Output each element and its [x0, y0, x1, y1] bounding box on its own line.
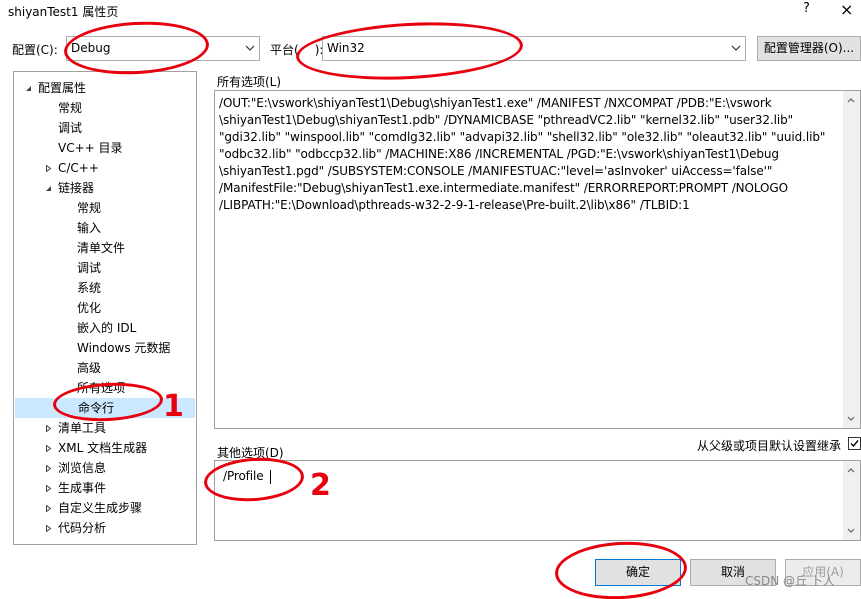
- all-options-textarea[interactable]: /OUT:"E:\vswork\shiyanTest1\Debug\shiyan…: [214, 90, 861, 429]
- tree-item[interactable]: 系统: [14, 278, 196, 298]
- tree-collapsed-icon[interactable]: [45, 505, 52, 512]
- scroll-up-icon[interactable]: [847, 97, 855, 103]
- tree-item[interactable]: VC++ 目录: [14, 138, 196, 158]
- tree-item[interactable]: 生成事件: [14, 478, 196, 498]
- tree-collapsed-icon[interactable]: [45, 485, 52, 492]
- annotation-ring-config: [62, 18, 211, 78]
- tree-item-label: 调试: [58, 121, 83, 135]
- all-options-line: \shiyanTest1\Debug\shiyanTest1.pdb" /DYN…: [219, 113, 794, 127]
- tree-item-label: 优化: [77, 301, 102, 315]
- tree-item[interactable]: 输入: [14, 218, 196, 238]
- tree-item-label: C/C++: [58, 161, 99, 175]
- tree-item-label: 生成事件: [58, 481, 107, 495]
- tree-item[interactable]: 调试: [14, 258, 196, 278]
- tree-item[interactable]: 常规: [14, 198, 196, 218]
- tree-item[interactable]: XML 文档生成器: [14, 438, 196, 458]
- annotation-number-1: 1: [163, 389, 184, 424]
- tree-collapsed-icon[interactable]: [45, 525, 52, 532]
- all-options-line: /ManifestFile:"Debug\shiyanTest1.exe.int…: [219, 181, 788, 195]
- tree-item-label: 系统: [77, 281, 102, 295]
- tree-item[interactable]: 嵌入的 IDL: [14, 318, 196, 338]
- all-options-line: \shiyanTest1.pgd" /SUBSYSTEM:CONSOLE /MA…: [219, 164, 773, 178]
- tree-item-label: VC++ 目录: [58, 141, 123, 155]
- chevron-down-icon: [731, 45, 741, 51]
- tree-item-label: Windows 元数据: [77, 341, 171, 355]
- vertical-scrollbar[interactable]: [843, 461, 860, 540]
- tree-item-label: 链接器: [58, 181, 95, 195]
- tree-item-label: 配置属性: [38, 81, 87, 95]
- inherit-label: 从父级或项目默认设置继承: [697, 439, 842, 453]
- tree-item[interactable]: 优化: [14, 298, 196, 318]
- tree-item[interactable]: 调试: [14, 118, 196, 138]
- tree-item[interactable]: 链接器: [14, 178, 196, 198]
- tree-item-label: 常规: [77, 201, 102, 215]
- scroll-down-icon[interactable]: [847, 416, 855, 422]
- chevron-down-icon: [245, 45, 255, 51]
- tree-item-label: 自定义生成步骤: [58, 501, 143, 515]
- tree-collapsed-icon[interactable]: [45, 425, 52, 432]
- tree-collapsed-icon[interactable]: [45, 165, 52, 172]
- scroll-up-icon[interactable]: [847, 467, 855, 473]
- annotation-ring-platform: [294, 17, 525, 85]
- tree-item-label: 清单文件: [77, 241, 126, 255]
- tree-item[interactable]: 清单文件: [14, 238, 196, 258]
- scroll-down-icon[interactable]: [847, 528, 855, 534]
- tree-item-label: 输入: [77, 221, 102, 235]
- vertical-scrollbar[interactable]: [843, 91, 860, 428]
- annotation-number-2: 2: [310, 468, 331, 503]
- tree-item-label: 嵌入的 IDL: [77, 321, 137, 335]
- tree-item[interactable]: C/C++: [14, 158, 196, 178]
- tree-item[interactable]: 高级: [14, 358, 196, 378]
- all-options-line: "gdi32.lib" "winspool.lib" "comdlg32.lib…: [219, 130, 826, 144]
- tree-item-label: 常规: [58, 101, 83, 115]
- tree-item-label: 高级: [77, 361, 102, 375]
- tree-collapsed-icon[interactable]: [45, 465, 52, 472]
- tree-item[interactable]: 代码分析: [14, 518, 196, 538]
- all-options-line: "odbc32.lib" "odbccp32.lib" /MACHINE:X86…: [219, 147, 779, 161]
- window-title: shiyanTest1 属性页: [8, 5, 119, 19]
- tree-item-label: 浏览信息: [58, 461, 107, 475]
- close-button[interactable]: ×: [840, 0, 853, 19]
- tree-item-label: 代码分析: [58, 521, 107, 535]
- help-button[interactable]: ?: [803, 1, 810, 16]
- watermark: CSDN @丘 卜人: [745, 574, 835, 588]
- tree-collapsed-icon[interactable]: [45, 445, 52, 452]
- tree-item-label: 调试: [77, 261, 102, 275]
- tree-item[interactable]: 浏览信息: [14, 458, 196, 478]
- all-options-line: /LIBPATH:"E:\Download\pthreads-w32-2-9-1…: [219, 198, 690, 212]
- tree-item[interactable]: 常规: [14, 98, 196, 118]
- annotation-ring-ok: [553, 538, 689, 599]
- tree-item[interactable]: 配置属性: [14, 78, 196, 98]
- tree-item[interactable]: 自定义生成步骤: [14, 498, 196, 518]
- tree-item-label: XML 文档生成器: [58, 441, 148, 455]
- inherit-checkbox[interactable]: [848, 437, 861, 450]
- all-options-line: /OUT:"E:\vswork\shiyanTest1\Debug\shiyan…: [219, 96, 772, 110]
- all-options-label: 所有选项(L): [217, 75, 282, 89]
- tree-expanded-icon[interactable]: [25, 85, 32, 92]
- config-label: 配置(C):: [12, 43, 58, 57]
- tree-expanded-icon[interactable]: [45, 185, 52, 192]
- config-manager-button[interactable]: 配置管理器(O)...: [757, 36, 861, 61]
- property-tree: 配置属性 常规 调试 VC++ 目录 C/C++ 链接器 常规 输入 清单文件 调试 系统 优化 嵌入的…: [13, 71, 197, 545]
- tree-item[interactable]: Windows 元数据: [14, 338, 196, 358]
- title-bar: shiyanTest1 属性页 ? ×: [0, 0, 861, 22]
- checkmark-icon: [850, 440, 859, 448]
